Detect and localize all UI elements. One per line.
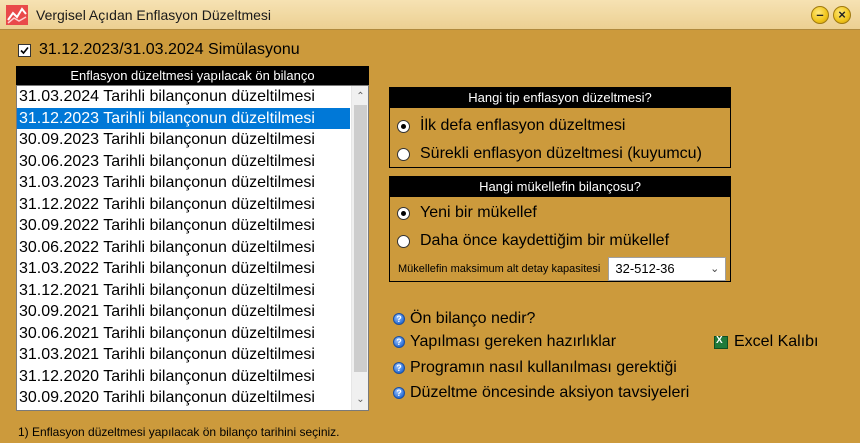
list-item[interactable]: 31.03.2022 Tarihli bilançonun düzeltilme… xyxy=(17,258,350,280)
list-scrollbar[interactable]: ⌃ ⌄ xyxy=(351,86,368,410)
balance-listbox[interactable]: 31.03.2024 Tarihli bilançonun düzeltilme… xyxy=(16,85,369,411)
scroll-thumb[interactable] xyxy=(354,105,367,372)
status-text: 1) Enflasyon düzeltmesi yapılacak ön bil… xyxy=(18,425,340,439)
help-link-label[interactable]: Ön bilanço nedir? xyxy=(410,310,535,328)
simulation-label: 31.12.2023/31.03.2024 Simülasyonu xyxy=(39,41,300,58)
help-link-preparations[interactable]: ? Yapılması gereken hazırlıklar xyxy=(393,333,616,351)
list-item[interactable]: 31.03.2023 Tarihli bilançonun düzeltilme… xyxy=(17,172,350,194)
radio-icon[interactable] xyxy=(397,234,410,248)
taxpayer-group: Hangi mükellefin bilançosu? Yeni bir mük… xyxy=(389,176,731,282)
list-item[interactable]: 30.09.2020 Tarihli bilançonun düzeltilme… xyxy=(17,387,350,409)
help-link-actions[interactable]: ? Düzeltme öncesinde aksiyon tavsiyeleri xyxy=(393,384,689,402)
list-item[interactable]: 30.09.2021 Tarihli bilançonun düzeltilme… xyxy=(17,301,350,323)
capacity-row: Mükellefin maksimum alt detay kapasitesi… xyxy=(390,255,730,283)
help-link-pre-balance[interactable]: ? Ön bilanço nedir? xyxy=(393,310,535,328)
list-item[interactable]: 30.06.2021 Tarihli bilançonun düzeltilme… xyxy=(17,323,350,345)
radio-first-time-label: İlk defa enflasyon düzeltmesi xyxy=(420,117,626,134)
help-link-usage[interactable]: ? Programın nasıl kullanılması gerektiği xyxy=(393,359,677,377)
radio-new-taxpayer[interactable]: Yeni bir mükellef xyxy=(390,199,730,227)
help-link-label[interactable]: Programın nasıl kullanılması gerektiği xyxy=(410,359,677,377)
radio-continuous-label: Sürekli enflasyon düzeltmesi (kuyumcu) xyxy=(420,145,702,162)
help-icon: ? xyxy=(393,387,405,399)
excel-template-link[interactable]: Excel Kalıbı xyxy=(714,333,818,351)
minimize-button[interactable]: – xyxy=(811,6,829,24)
list-item[interactable]: 31.12.2020 Tarihli bilançonun düzeltilme… xyxy=(17,366,350,388)
radio-new-taxpayer-label: Yeni bir mükellef xyxy=(420,204,537,221)
scroll-down-icon[interactable]: ⌄ xyxy=(352,391,368,408)
title-bar: Vergisel Açıdan Enflasyon Düzeltmesi – × xyxy=(0,0,860,30)
capacity-label: Mükellefin maksimum alt detay kapasitesi xyxy=(398,263,601,275)
capacity-select[interactable]: 32-512-36 ⌄ xyxy=(608,257,727,281)
balance-list-items: 31.03.2024 Tarihli bilançonun düzeltilme… xyxy=(17,86,368,409)
help-link-label[interactable]: Düzeltme öncesinde aksiyon tavsiyeleri xyxy=(410,384,689,402)
list-item[interactable]: 31.03.2021 Tarihli bilançonun düzeltilme… xyxy=(17,344,350,366)
window-title: Vergisel Açıdan Enflasyon Düzeltmesi xyxy=(36,7,272,23)
simulation-checkbox[interactable]: 31.12.2023/31.03.2024 Simülasyonu xyxy=(18,41,300,59)
app-logo-icon xyxy=(6,5,28,25)
radio-icon[interactable] xyxy=(397,119,410,133)
correction-type-header: Hangi tip enflasyon düzeltmesi? xyxy=(390,88,730,108)
chevron-down-icon: ⌄ xyxy=(710,263,720,275)
excel-icon xyxy=(714,335,728,349)
list-item[interactable]: 30.09.2023 Tarihli bilançonun düzeltilme… xyxy=(17,129,350,151)
list-item[interactable]: 31.03.2024 Tarihli bilançonun düzeltilme… xyxy=(17,86,350,108)
checkbox-checked-icon[interactable] xyxy=(18,43,31,57)
capacity-value: 32-512-36 xyxy=(615,261,675,276)
scroll-up-icon[interactable]: ⌃ xyxy=(352,88,368,105)
radio-icon[interactable] xyxy=(397,147,410,161)
radio-first-time[interactable]: İlk defa enflasyon düzeltmesi xyxy=(390,112,730,140)
list-item[interactable]: 30.09.2022 Tarihli bilançonun düzeltilme… xyxy=(17,215,350,237)
list-item[interactable]: 31.12.2021 Tarihli bilançonun düzeltilme… xyxy=(17,280,350,302)
radio-saved-taxpayer-label: Daha önce kaydettiğim bir mükellef xyxy=(420,232,670,249)
list-item[interactable]: 31.12.2022 Tarihli bilançonun düzeltilme… xyxy=(17,194,350,216)
radio-saved-taxpayer[interactable]: Daha önce kaydettiğim bir mükellef xyxy=(390,227,730,255)
excel-template-label[interactable]: Excel Kalıbı xyxy=(734,333,818,351)
close-button[interactable]: × xyxy=(833,6,851,24)
radio-continuous[interactable]: Sürekli enflasyon düzeltmesi (kuyumcu) xyxy=(390,140,730,168)
help-icon: ? xyxy=(393,336,405,348)
help-link-label[interactable]: Yapılması gereken hazırlıklar xyxy=(410,333,616,351)
radio-icon[interactable] xyxy=(397,206,410,220)
help-icon: ? xyxy=(393,313,405,325)
list-item[interactable]: 30.06.2022 Tarihli bilançonun düzeltilme… xyxy=(17,237,350,259)
taxpayer-header: Hangi mükellefin bilançosu? xyxy=(390,177,730,197)
list-item[interactable]: 30.06.2023 Tarihli bilançonun düzeltilme… xyxy=(17,151,350,173)
balance-list-header: Enflasyon düzeltmesi yapılacak ön bilanç… xyxy=(16,66,369,85)
correction-type-group: Hangi tip enflasyon düzeltmesi? İlk defa… xyxy=(389,87,731,168)
list-item[interactable]: 31.12.2023 Tarihli bilançonun düzeltilme… xyxy=(17,107,350,129)
help-icon: ? xyxy=(393,362,405,374)
